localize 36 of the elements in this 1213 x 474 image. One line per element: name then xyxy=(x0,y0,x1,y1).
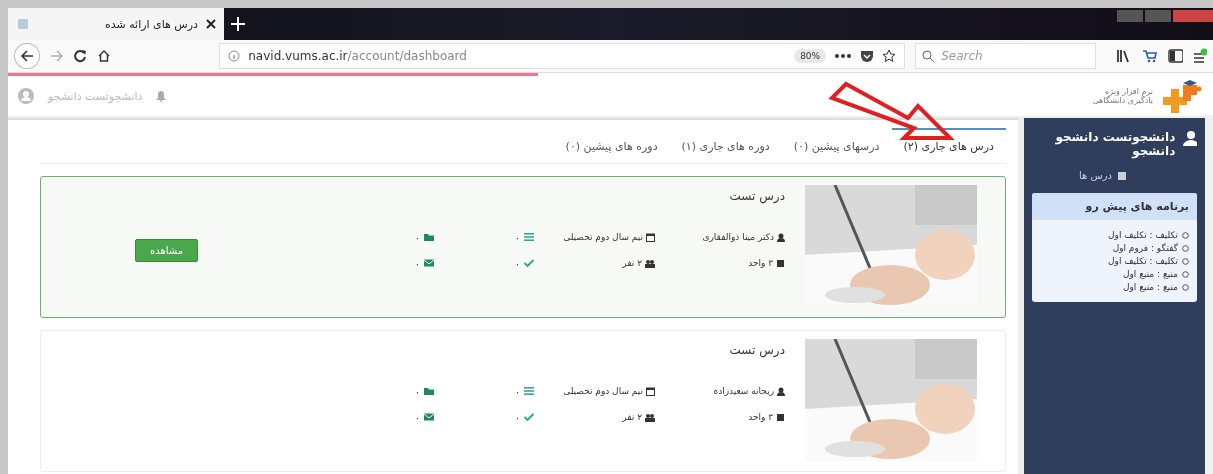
units: ۳ واحد xyxy=(748,258,773,268)
semester: نیم سال دوم تحصیلی xyxy=(563,386,643,396)
upcoming-item[interactable]: تکلیف : تکلیف اول xyxy=(1108,230,1178,240)
sidebar-menu-item[interactable]: درس ها xyxy=(1079,170,1112,181)
course-title[interactable]: درس تست xyxy=(65,339,785,357)
upcoming-item[interactable]: تکلیف : تکلیف اول xyxy=(1108,256,1178,266)
panel-title: برنامه های پیش رو xyxy=(1032,193,1197,220)
browser-tab[interactable]: درس های ارائه شده xyxy=(8,8,224,40)
course-tab[interactable]: درسهای پیشین (۰) xyxy=(781,128,892,163)
logo-text: نرم افزار ویژه یادگیری دانشگاهی xyxy=(1092,87,1153,105)
counter: ۰ xyxy=(514,231,520,243)
counter: ۰ xyxy=(414,257,420,269)
upcoming-item[interactable]: منبع : منبع اول xyxy=(1122,282,1178,292)
teacher-name: ریحانه سعیدزاده xyxy=(713,386,774,396)
teacher-name: دکتر مینا ذوالفقاری xyxy=(702,232,774,242)
address-bar[interactable]: navid.vums.ac.ir/account/dashboard 80% xyxy=(219,43,906,69)
course-tab[interactable]: دوره های پیشین (۰) xyxy=(553,128,670,163)
students-count: ۲ نفر xyxy=(622,258,642,268)
counter: ۰ xyxy=(514,385,520,397)
course-title[interactable]: درس تست xyxy=(65,185,785,203)
course-tab[interactable]: دوره های جاری (۱) xyxy=(669,128,782,163)
counter: ۰ xyxy=(414,411,420,423)
counter: ۰ xyxy=(514,411,520,423)
counter: ۰ xyxy=(414,231,420,243)
course-card[interactable]: درس تست ریحانه سعیدزاده نیم سال دوم تحصیلی ۰ ۰ ۳ واحد ۲ نفر ۰ ۰ xyxy=(40,330,1006,472)
units: ۳ واحد xyxy=(748,412,773,422)
zoom-badge[interactable]: 80% xyxy=(794,49,827,63)
counter: ۰ xyxy=(514,257,520,269)
course-card[interactable]: درس تست دکتر مینا ذوالفقاری نیم سال دوم تحصیلی ۰ ۰ مشاهده ۳ واحد ۲ نفر ۰ ۰ xyxy=(40,176,1006,318)
upcoming-item[interactable]: منبع : منبع اول xyxy=(1122,269,1178,279)
upcoming-item[interactable]: گفتگو : فروم اول xyxy=(1112,243,1178,253)
course-tab[interactable]: درس های جاری (۲) xyxy=(891,128,1006,163)
students-count: ۲ نفر xyxy=(622,412,642,422)
sidebar-user-name: دانشجوتست دانشجو دانشجو xyxy=(1054,130,1176,158)
semester: نیم سال دوم تحصیلی xyxy=(563,232,643,242)
counter: ۰ xyxy=(414,385,420,397)
